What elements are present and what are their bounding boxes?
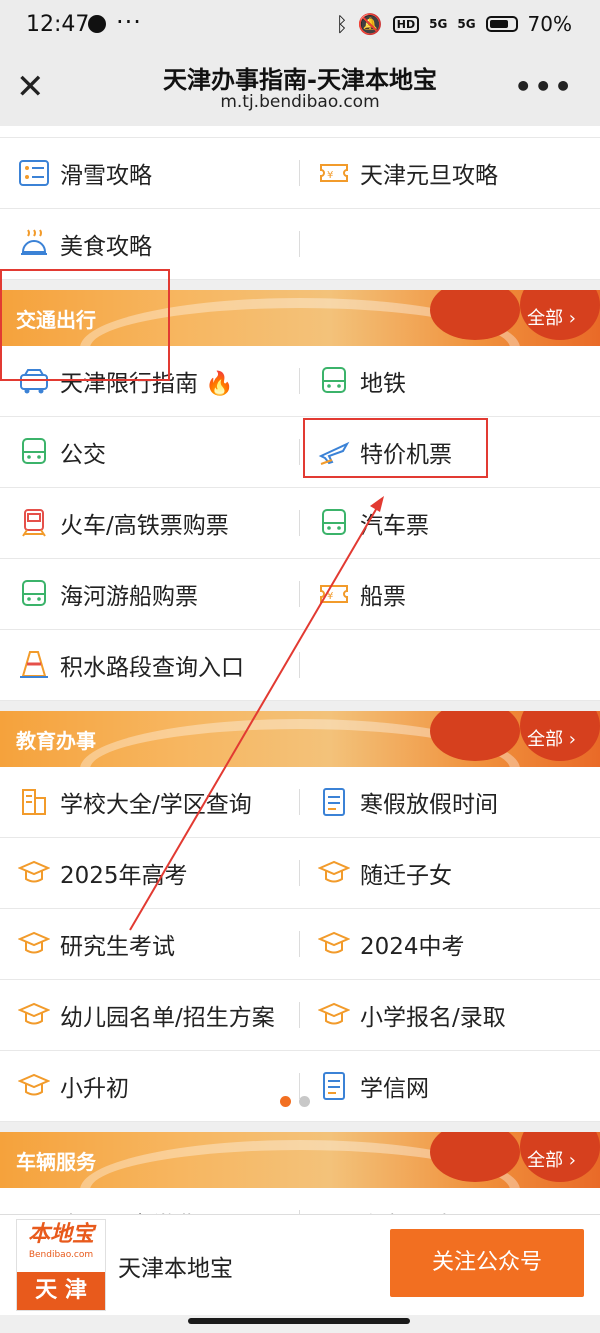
annotation-arrow xyxy=(129,496,384,931)
account-name: 天津本地宝 xyxy=(118,1256,233,1282)
follow-button[interactable]: 关注公众号 xyxy=(390,1229,584,1297)
footer-bar: 本地宝 Bendibao.com 天 津 天津本地宝 关注公众号 xyxy=(0,1214,600,1315)
carousel-indicator xyxy=(280,1096,310,1107)
bendibao-logo: 本地宝 Bendibao.com 天 津 xyxy=(16,1219,106,1311)
home-indicator[interactable] xyxy=(188,1318,410,1324)
